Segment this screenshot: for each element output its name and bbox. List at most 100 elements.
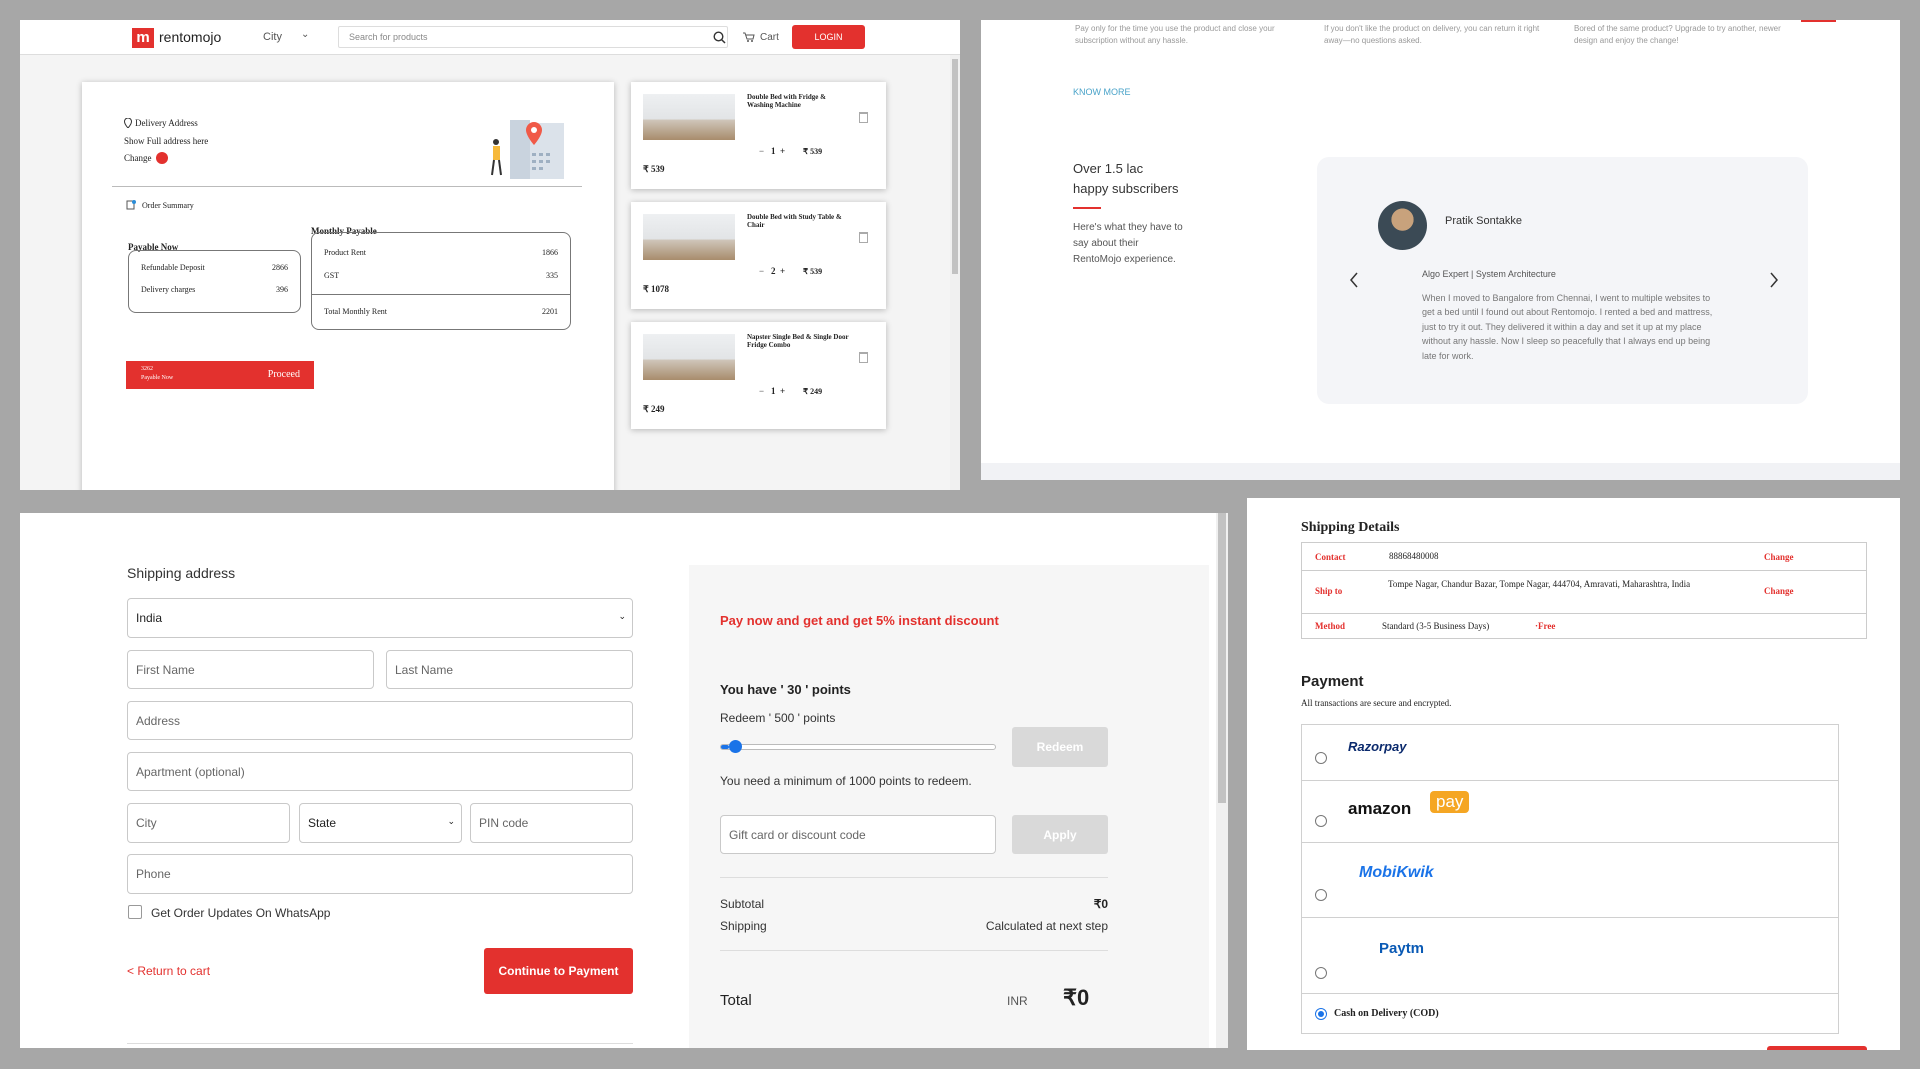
proceed-amount: 3262 bbox=[141, 366, 153, 372]
pay-button-edge[interactable] bbox=[1767, 1046, 1867, 1050]
contact-value: 88868480008 bbox=[1389, 551, 1439, 561]
trash-icon[interactable] bbox=[859, 232, 868, 243]
payment-option-paytm[interactable]: Paytm bbox=[1301, 918, 1839, 994]
state-select[interactable]: State ⌄ bbox=[299, 803, 462, 843]
city-selector[interactable]: City bbox=[263, 31, 282, 43]
payment-option-mobikwik[interactable]: MobiKwik bbox=[1301, 843, 1839, 918]
scrollbar[interactable] bbox=[950, 55, 960, 490]
shipping-details-title: Shipping Details bbox=[1301, 520, 1400, 535]
delivery-charges-value: 396 bbox=[276, 285, 288, 294]
payment-option-amazon-pay[interactable]: amazon pay bbox=[1301, 781, 1839, 843]
qty-value: 1 bbox=[771, 146, 776, 156]
divider bbox=[127, 1043, 633, 1044]
divider bbox=[720, 877, 1108, 878]
address-field[interactable]: Address bbox=[127, 701, 633, 740]
city-field[interactable]: City bbox=[127, 803, 290, 843]
search-icon[interactable] bbox=[713, 31, 726, 44]
deposit-label: Refundable Deposit bbox=[141, 263, 205, 272]
secure-note: All transactions are secure and encrypte… bbox=[1301, 698, 1452, 708]
payment-option-cod[interactable]: Cash on Delivery (COD) bbox=[1301, 994, 1839, 1034]
search-placeholder: Search for products bbox=[349, 32, 428, 42]
divider bbox=[720, 950, 1108, 951]
first-name-field[interactable]: First Name bbox=[127, 650, 374, 689]
cart-icon[interactable] bbox=[743, 32, 755, 43]
divider bbox=[312, 294, 570, 295]
gift-card-field[interactable]: Gift card or discount code bbox=[720, 815, 996, 854]
accent-line bbox=[1073, 207, 1101, 209]
razorpay-radio[interactable] bbox=[1315, 752, 1327, 764]
country-select[interactable]: India ⌄ bbox=[127, 598, 633, 638]
product-image bbox=[643, 94, 735, 140]
chevron-right-icon[interactable] bbox=[1769, 272, 1779, 288]
divider bbox=[1302, 570, 1866, 571]
points-slider[interactable] bbox=[720, 740, 996, 753]
total-monthly-rent-label: Total Monthly Rent bbox=[324, 307, 387, 316]
slider-handle[interactable] bbox=[729, 740, 743, 753]
search-input[interactable]: Search for products bbox=[338, 26, 728, 48]
phone-field[interactable]: Phone bbox=[127, 854, 633, 894]
qty-value: 1 bbox=[771, 386, 776, 396]
subscribers-line-1: Over 1.5 lac bbox=[1073, 161, 1144, 176]
accent-line bbox=[1801, 20, 1836, 22]
chevron-left-icon[interactable] bbox=[1349, 272, 1359, 288]
continue-to-payment-button[interactable]: Continue to Payment bbox=[484, 948, 633, 994]
amazon-pay-badge-icon: pay bbox=[1430, 791, 1470, 813]
ship-to-label: Ship to bbox=[1315, 586, 1343, 596]
cart-page-panel: m rentomojo City ⌄ Search for products C… bbox=[20, 20, 960, 490]
pin-code-field[interactable]: PIN code bbox=[470, 803, 633, 843]
redeem-points-label: Redeem ' 500 ' points bbox=[720, 711, 836, 725]
apply-button[interactable]: Apply bbox=[1012, 815, 1108, 854]
return-to-cart-link[interactable]: < Return to cart bbox=[127, 964, 210, 978]
gst-label: GST bbox=[324, 271, 340, 280]
amazon-pay-radio[interactable] bbox=[1315, 815, 1327, 827]
subscribers-description: Here's what they have to say about their… bbox=[1073, 222, 1183, 265]
chevron-down-icon: ⌄ bbox=[618, 611, 626, 621]
qty-plus-button[interactable]: + bbox=[780, 146, 785, 156]
mobikwik-radio[interactable] bbox=[1315, 889, 1327, 901]
change-contact-link[interactable]: Change bbox=[1764, 552, 1794, 562]
apartment-field[interactable]: Apartment (optional) bbox=[127, 752, 633, 791]
subtotal-label: Subtotal bbox=[720, 897, 765, 911]
paytm-radio[interactable] bbox=[1315, 967, 1327, 979]
know-more-link[interactable]: KNOW MORE bbox=[1073, 87, 1131, 97]
cart-item-card: Double Bed with Fridge & Washing Machine… bbox=[631, 82, 886, 189]
qty-plus-button[interactable]: + bbox=[780, 386, 785, 396]
qty-plus-button[interactable]: + bbox=[780, 266, 785, 276]
trash-icon[interactable] bbox=[859, 112, 868, 123]
order-summary-card: Delivery Address Show Full address here … bbox=[82, 82, 614, 490]
qty-value: 2 bbox=[771, 266, 776, 276]
shipping-label: Shipping bbox=[720, 919, 767, 933]
item-rent: ₹ 539 bbox=[803, 267, 823, 276]
scrollbar-thumb[interactable] bbox=[952, 59, 958, 274]
last-name-field[interactable]: Last Name bbox=[386, 650, 633, 689]
cod-radio-selected[interactable] bbox=[1315, 1008, 1327, 1020]
points-slider-fill bbox=[721, 745, 730, 749]
redeem-button[interactable]: Redeem bbox=[1012, 727, 1108, 767]
cart-item-card: Napster Single Bed & Single Door Fridge … bbox=[631, 322, 886, 429]
login-button[interactable]: LOGIN bbox=[792, 25, 865, 49]
qty-minus-button[interactable]: − bbox=[759, 386, 764, 396]
method-label: Method bbox=[1315, 621, 1345, 631]
checkout-panel: Shipping address India ⌄ First Name Last… bbox=[20, 513, 1228, 1048]
payment-option-razorpay[interactable]: Razorpay bbox=[1301, 724, 1839, 781]
change-address-link[interactable]: Change bbox=[124, 153, 152, 163]
shipping-value: Calculated at next step bbox=[985, 919, 1108, 933]
currency-label: INR bbox=[1007, 994, 1028, 1008]
qty-minus-button[interactable]: − bbox=[759, 146, 764, 156]
scrollbar[interactable] bbox=[1216, 513, 1228, 1048]
trash-icon[interactable] bbox=[859, 352, 868, 363]
scrollbar-thumb[interactable] bbox=[1218, 513, 1226, 803]
rentomojo-logo-icon[interactable]: m bbox=[132, 28, 154, 48]
cart-link[interactable]: Cart bbox=[760, 32, 779, 43]
whatsapp-checkbox[interactable] bbox=[128, 905, 142, 919]
change-address-link[interactable]: Change bbox=[1764, 586, 1794, 596]
product-image bbox=[643, 334, 735, 380]
points-title: You have ' 30 ' points bbox=[720, 682, 851, 697]
chevron-down-icon[interactable]: ⌄ bbox=[301, 29, 309, 40]
delivery-illustration bbox=[491, 120, 564, 179]
country-value: India bbox=[136, 611, 163, 625]
cod-label: Cash on Delivery (COD) bbox=[1334, 1008, 1439, 1019]
cart-item-card: Double Bed with Study Table & Chair − 2 … bbox=[631, 202, 886, 309]
qty-minus-button[interactable]: − bbox=[759, 266, 764, 276]
proceed-button[interactable]: 3262 Payable Now Proceed bbox=[126, 361, 314, 389]
